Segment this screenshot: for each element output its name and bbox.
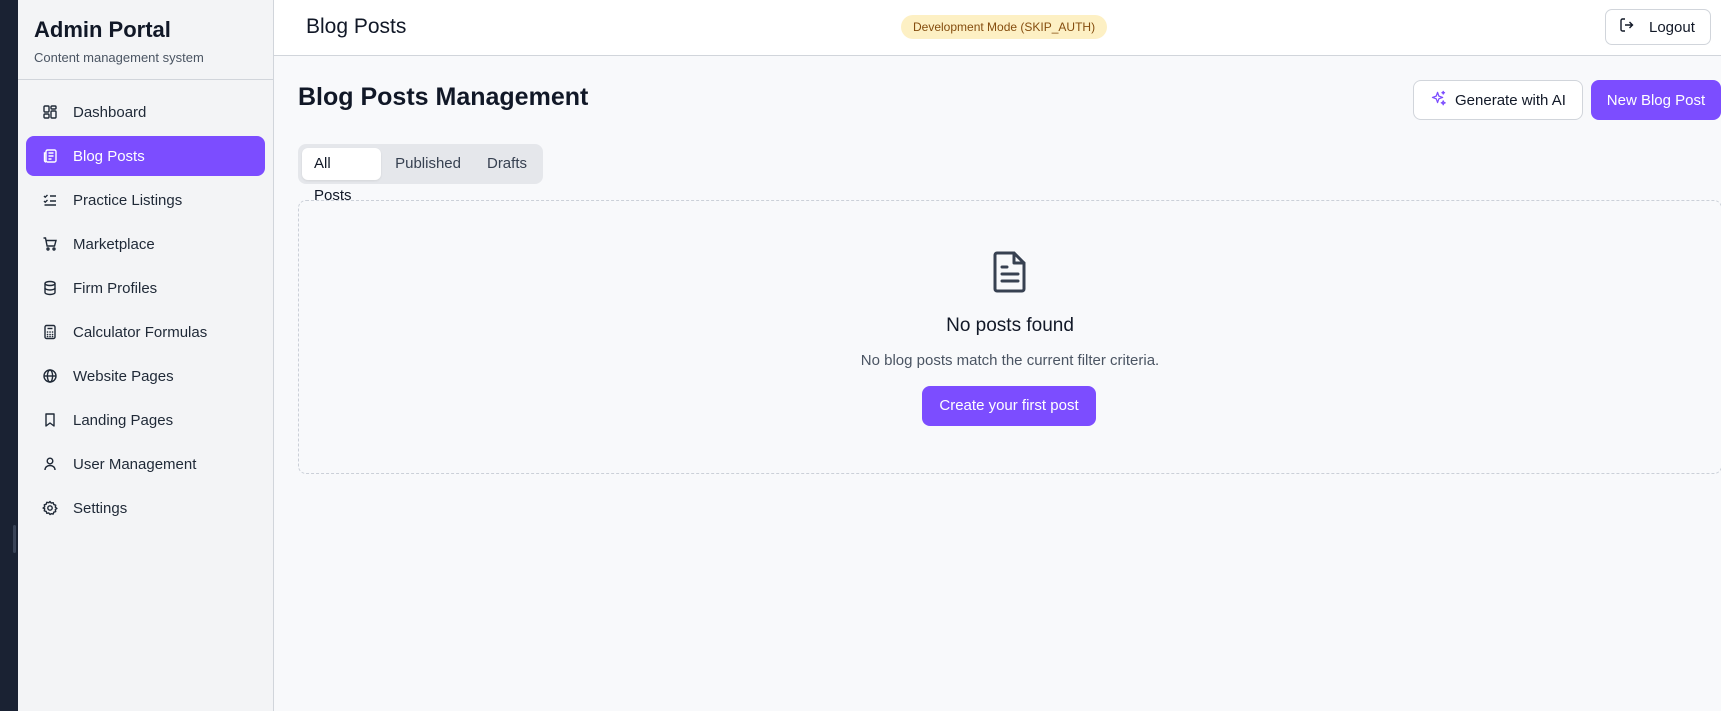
sidebar-item-calculator-formulas[interactable]: Calculator Formulas [26, 312, 265, 352]
tab-all-posts[interactable]: All Posts [302, 148, 382, 204]
sidebar-item-marketplace[interactable]: Marketplace [26, 224, 265, 264]
sidebar-item-label: Settings [73, 499, 128, 517]
sidebar-item-firm-profiles[interactable]: Firm Profiles [26, 268, 265, 308]
resize-handle[interactable] [13, 525, 16, 553]
sidebar-item-label: Firm Profiles [73, 279, 158, 297]
newspaper-icon [42, 148, 58, 164]
cart-icon [42, 236, 58, 252]
sidebar-item-label: Calculator Formulas [73, 323, 208, 341]
brand: Admin Portal Content management system [18, 0, 273, 80]
main-content: Blog Posts Management Generate with AI N… [274, 56, 1721, 711]
tab-drafts[interactable]: Drafts [475, 148, 539, 180]
empty-state-description: No blog posts match the current filter c… [860, 352, 1160, 369]
sidebar-item-label: Practice Listings [73, 191, 183, 209]
header-title: Blog Posts [306, 15, 407, 38]
generate-with-ai-label: Generate with AI [1455, 91, 1566, 109]
sidebar-item-website-pages[interactable]: Website Pages [26, 356, 265, 396]
sparkles-icon [1430, 90, 1447, 111]
empty-state: No posts found No blog posts match the c… [298, 200, 1721, 474]
sidebar-item-label: Dashboard [73, 103, 147, 121]
dev-mode-badge: Development Mode (SKIP_AUTH) [901, 15, 1108, 39]
sidebar-item-label: Marketplace [73, 235, 155, 253]
top-header: Blog Posts Development Mode (SKIP_AUTH) … [274, 0, 1721, 56]
calculator-icon [42, 324, 58, 340]
checklist-icon [42, 192, 58, 208]
logout-button[interactable]: Logout [1605, 9, 1711, 45]
app-title: Admin Portal [34, 17, 171, 42]
sidebar-item-label: Blog Posts [73, 147, 145, 165]
post-filter-tabs: All Posts Published Drafts [298, 144, 543, 204]
sidebar-item-user-management[interactable]: User Management [26, 444, 265, 484]
bookmark-icon [42, 412, 58, 428]
document-icon [987, 249, 1033, 295]
page-title: Blog Posts Management [298, 83, 589, 111]
sidebar-item-landing-pages[interactable]: Landing Pages [26, 400, 265, 440]
tab-published[interactable]: Published [383, 148, 473, 180]
database-icon [42, 280, 58, 296]
left-edge-strip [0, 0, 18, 711]
sidebar-item-label: Landing Pages [73, 411, 174, 429]
new-blog-post-button[interactable]: New Blog Post [1591, 80, 1721, 120]
globe-icon [42, 368, 58, 384]
sidebar-item-blog-posts[interactable]: Blog Posts [26, 136, 265, 176]
gear-icon [42, 500, 58, 516]
dashboard-icon [42, 104, 58, 120]
empty-state-title: No posts found [946, 315, 1074, 336]
sidebar: Admin Portal Content management system D… [18, 0, 274, 711]
app-subtitle: Content management system [34, 50, 204, 65]
sidebar-item-label: User Management [73, 455, 197, 473]
create-first-post-button[interactable]: Create your first post [922, 386, 1096, 426]
sidebar-item-practice-listings[interactable]: Practice Listings [26, 180, 265, 220]
sidebar-item-settings[interactable]: Settings [26, 488, 265, 528]
logout-label: Logout [1649, 18, 1695, 36]
user-icon [42, 456, 58, 472]
logout-icon [1619, 17, 1635, 37]
generate-with-ai-button[interactable]: Generate with AI [1413, 80, 1583, 120]
sidebar-item-dashboard[interactable]: Dashboard [26, 92, 265, 132]
sidebar-nav: Dashboard Blog Posts Practice Listings M… [18, 80, 273, 528]
sidebar-item-label: Website Pages [73, 367, 174, 385]
